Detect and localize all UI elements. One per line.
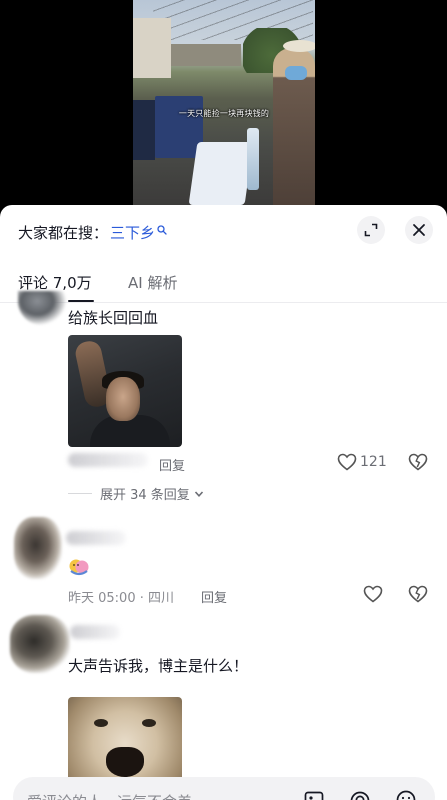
comment-meta: 昨天 05:00 · 四川 xyxy=(68,591,174,606)
hug-emoji-icon xyxy=(69,559,89,576)
image-icon[interactable] xyxy=(303,789,325,800)
at-icon[interactable] xyxy=(349,789,371,800)
like-button[interactable] xyxy=(363,585,383,603)
trending-search-term[interactable]: 三下乡 xyxy=(110,222,155,243)
expand-panel-button[interactable] xyxy=(357,216,385,244)
comment-text: 大声告诉我，博主是什么！ xyxy=(68,657,249,675)
blurred-username xyxy=(66,531,126,545)
comment-image[interactable] xyxy=(68,335,182,447)
dislike-button[interactable] xyxy=(408,585,428,603)
tab-ai-analysis[interactable]: AI 解析 xyxy=(128,272,177,293)
emoji-icon[interactable] xyxy=(395,789,417,800)
dislike-button[interactable] xyxy=(408,453,428,471)
search-icon xyxy=(157,225,167,235)
blurred-meta xyxy=(68,453,148,467)
tab-comments[interactable]: 评论 7,0万 xyxy=(18,272,92,293)
comment-input[interactable]: 爱评论的人，运气不会差 xyxy=(13,777,435,800)
reply-button[interactable]: 回复 xyxy=(201,587,227,606)
panel-tabs: 评论 7,0万 AI 解析 xyxy=(0,265,447,303)
close-panel-button[interactable] xyxy=(405,216,433,244)
comment-text: 给族长回回血 xyxy=(68,309,159,327)
chevron-down-icon xyxy=(194,490,203,497)
expand-icon xyxy=(364,223,378,237)
trending-search-prefix: 大家都在搜： xyxy=(18,223,109,242)
comment-panel: 大家都在搜： 三下乡 评论 7,0万 AI 解析 给族长回回血 回复 121 展… xyxy=(0,205,447,800)
expand-replies-label: 展开 34 条回复 xyxy=(100,488,190,503)
reply-button[interactable]: 回复 xyxy=(159,455,185,474)
blurred-username xyxy=(70,625,120,639)
dislike-heart-icon xyxy=(408,453,428,471)
heart-icon xyxy=(363,585,383,603)
video-player[interactable]: 一天只能捡一块再块钱的 xyxy=(0,0,447,205)
avatar[interactable] xyxy=(14,517,62,579)
trending-search[interactable]: 大家都在搜： 三下乡 xyxy=(18,221,167,243)
heart-icon xyxy=(337,453,357,471)
like-button[interactable]: 121 xyxy=(337,453,387,471)
avatar[interactable] xyxy=(10,615,70,673)
comment-input-placeholder: 爱评论的人，运气不会差 xyxy=(27,791,192,800)
dislike-heart-icon xyxy=(408,585,428,603)
avatar[interactable] xyxy=(18,291,66,325)
like-count: 121 xyxy=(360,454,387,470)
active-tab-indicator xyxy=(68,300,94,302)
video-caption: 一天只能捡一块再块钱的 xyxy=(178,109,270,118)
expand-replies-button[interactable]: 展开 34 条回复 xyxy=(68,484,205,503)
close-icon xyxy=(413,224,425,236)
video-frame: 一天只能捡一块再块钱的 xyxy=(133,0,315,205)
